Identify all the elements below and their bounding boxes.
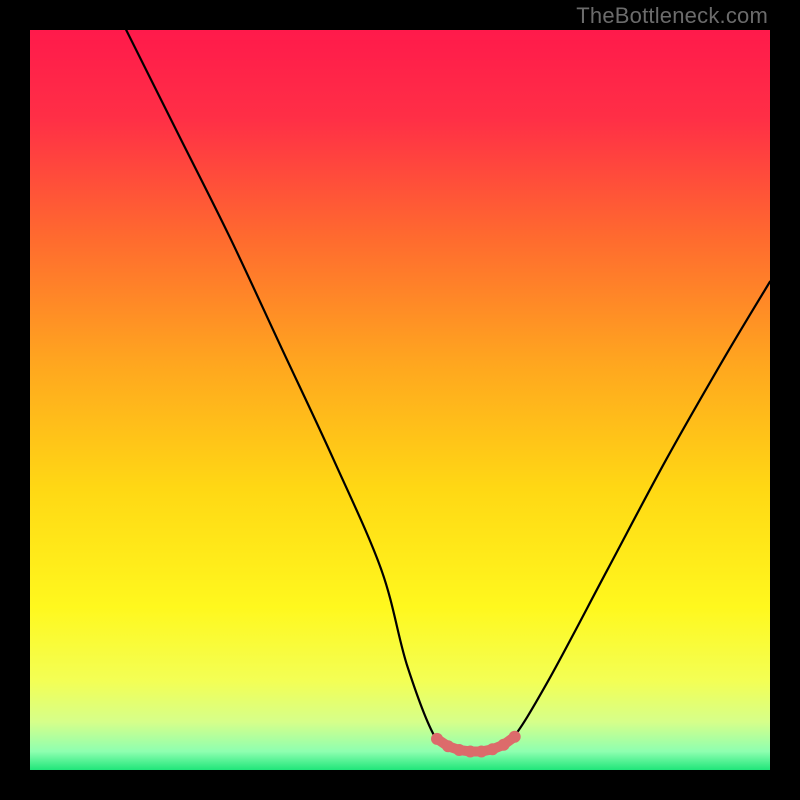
chart-frame xyxy=(30,30,770,770)
chart-svg xyxy=(30,30,770,770)
gradient-background xyxy=(30,30,770,770)
watermark-text: TheBottleneck.com xyxy=(576,3,768,29)
